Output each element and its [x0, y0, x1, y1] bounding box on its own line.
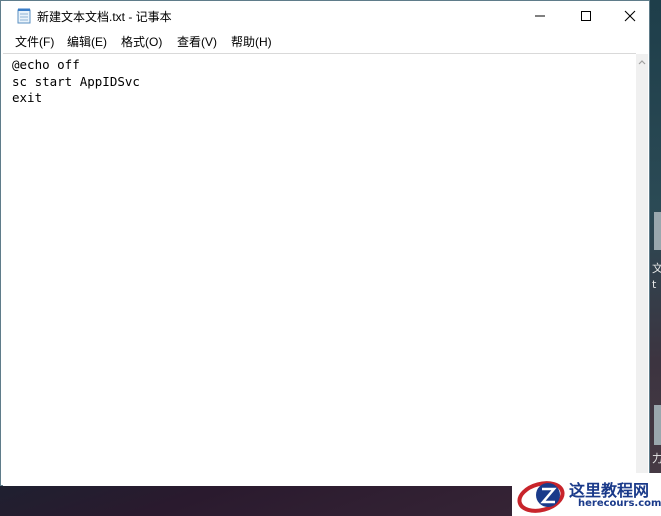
notepad-window: 新建文本文档.txt - 记事本 文件(F) 编辑(E) 格式(O) 查看(V)… [0, 0, 650, 486]
title-bar[interactable]: 新建文本文档.txt - 记事本 [1, 1, 649, 31]
scroll-up-icon[interactable] [638, 58, 646, 66]
editor-content[interactable]: @echo off sc start AppIDSvc exit [12, 57, 140, 107]
desktop-text-snippet: 文 [652, 262, 661, 274]
window-title: 新建文本文档.txt - 记事本 [37, 10, 172, 24]
minimize-icon [535, 15, 545, 17]
desktop-tile[interactable] [654, 212, 661, 250]
desktop-tile[interactable] [654, 405, 661, 445]
close-button[interactable] [607, 1, 653, 31]
menu-format[interactable]: 格式(O) [121, 33, 162, 50]
notepad-icon[interactable] [17, 8, 31, 24]
desktop-text-snippet: 力 [652, 452, 661, 464]
minimize-button[interactable] [517, 1, 563, 31]
watermark: 这里教程网 herecours.com [512, 473, 661, 516]
close-icon [624, 10, 636, 22]
maximize-button[interactable] [563, 1, 609, 31]
menu-view[interactable]: 查看(V) [177, 33, 217, 50]
menu-bar: 文件(F) 编辑(E) 格式(O) 查看(V) 帮助(H) [1, 31, 649, 51]
text-editor[interactable]: @echo off sc start AppIDSvc exit [3, 53, 636, 486]
watermark-logo [517, 481, 565, 513]
desktop-text-snippet: t [652, 278, 657, 291]
menu-edit[interactable]: 编辑(E) [67, 33, 107, 50]
watermark-url: herecours.com [578, 498, 661, 509]
menu-help[interactable]: 帮助(H) [231, 33, 272, 50]
maximize-icon [581, 11, 591, 21]
vertical-scrollbar[interactable] [636, 54, 648, 485]
menu-file[interactable]: 文件(F) [15, 33, 54, 50]
